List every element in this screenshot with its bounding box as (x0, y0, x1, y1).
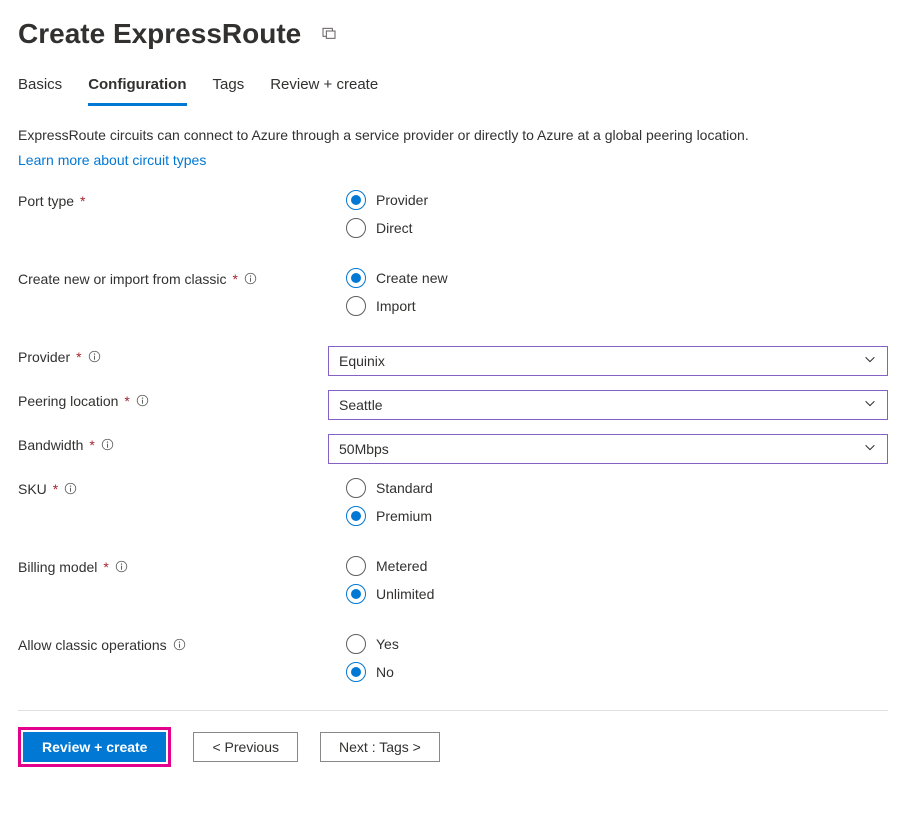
radio-label: Provider (376, 192, 428, 208)
intro-text: ExpressRoute circuits can connect to Azu… (18, 126, 888, 146)
import-radio[interactable]: Import (346, 296, 888, 316)
billing-metered-radio[interactable]: Metered (346, 556, 888, 576)
page-title: Create ExpressRoute (18, 18, 301, 50)
feedback-icon[interactable] (321, 25, 337, 44)
review-create-button[interactable]: Review + create (23, 732, 166, 762)
create-new-radio[interactable]: Create new (346, 268, 888, 288)
info-icon[interactable] (64, 482, 77, 495)
port-type-provider-radio[interactable]: Provider (346, 190, 888, 210)
chevron-down-icon (863, 352, 877, 369)
sku-standard-radio[interactable]: Standard (346, 478, 888, 498)
tabs: Basics Configuration Tags Review + creat… (18, 72, 888, 106)
peering-location-select[interactable]: Seattle (328, 390, 888, 420)
tab-basics[interactable]: Basics (18, 72, 62, 106)
radio-label: Create new (376, 270, 448, 286)
sku-premium-radio[interactable]: Premium (346, 506, 888, 526)
footer-separator (18, 710, 888, 711)
bandwidth-select[interactable]: 50Mbps (328, 434, 888, 464)
peering-label: Peering location (18, 393, 118, 409)
select-value: 50Mbps (339, 441, 389, 457)
required-marker: * (53, 481, 58, 497)
footer-buttons: Review + create < Previous Next : Tags > (18, 727, 888, 767)
bandwidth-label: Bandwidth (18, 437, 83, 453)
radio-label: Metered (376, 558, 427, 574)
port-type-direct-radio[interactable]: Direct (346, 218, 888, 238)
sku-label: SKU (18, 481, 47, 497)
select-value: Seattle (339, 397, 383, 413)
classic-ops-label: Allow classic operations (18, 637, 167, 653)
radio-label: Premium (376, 508, 432, 524)
tab-configuration[interactable]: Configuration (88, 72, 186, 106)
classic-ops-yes-radio[interactable]: Yes (346, 634, 888, 654)
billing-label: Billing model (18, 559, 97, 575)
info-icon[interactable] (173, 638, 186, 651)
classic-ops-no-radio[interactable]: No (346, 662, 888, 682)
create-import-radio-group: Create new Import (346, 268, 888, 316)
radio-label: Standard (376, 480, 433, 496)
radio-label: No (376, 664, 394, 680)
sku-radio-group: Standard Premium (346, 478, 888, 526)
info-icon[interactable] (115, 560, 128, 573)
provider-label: Provider (18, 349, 70, 365)
previous-button[interactable]: < Previous (193, 732, 298, 762)
chevron-down-icon (863, 396, 877, 413)
required-marker: * (80, 193, 85, 209)
tab-review[interactable]: Review + create (270, 72, 378, 106)
required-marker: * (233, 271, 238, 287)
classic-ops-radio-group: Yes No (346, 634, 888, 682)
required-marker: * (89, 437, 94, 453)
port-type-label: Port type (18, 193, 74, 209)
create-import-label: Create new or import from classic (18, 271, 227, 287)
learn-more-link[interactable]: Learn more about circuit types (18, 152, 888, 168)
select-value: Equinix (339, 353, 385, 369)
next-button[interactable]: Next : Tags > (320, 732, 440, 762)
chevron-down-icon (863, 440, 877, 457)
info-icon[interactable] (101, 438, 114, 451)
info-icon[interactable] (136, 394, 149, 407)
required-marker: * (124, 393, 129, 409)
radio-label: Yes (376, 636, 399, 652)
billing-radio-group: Metered Unlimited (346, 556, 888, 604)
required-marker: * (103, 559, 108, 575)
required-marker: * (76, 349, 81, 365)
port-type-radio-group: Provider Direct (346, 190, 888, 238)
provider-select[interactable]: Equinix (328, 346, 888, 376)
tab-tags[interactable]: Tags (213, 72, 245, 106)
billing-unlimited-radio[interactable]: Unlimited (346, 584, 888, 604)
radio-label: Direct (376, 220, 413, 236)
info-icon[interactable] (244, 272, 257, 285)
radio-label: Unlimited (376, 586, 434, 602)
highlight-box: Review + create (18, 727, 171, 767)
info-icon[interactable] (88, 350, 101, 363)
radio-label: Import (376, 298, 416, 314)
